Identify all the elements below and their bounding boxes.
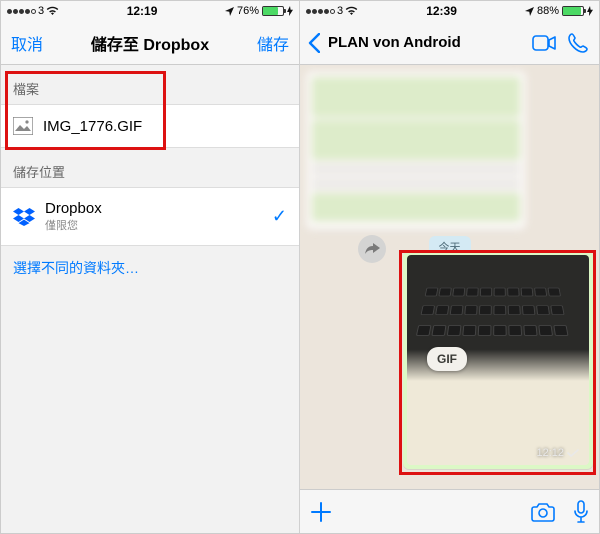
battery-pct: 88% bbox=[537, 5, 559, 17]
nav-bar: 取消 儲存至 Dropbox 儲存 bbox=[1, 21, 299, 65]
video-icon bbox=[532, 35, 556, 51]
chevron-left-icon bbox=[308, 33, 320, 53]
file-row[interactable]: IMG_1776.GIF bbox=[1, 104, 299, 148]
signal-icon bbox=[7, 9, 36, 14]
wifi-icon bbox=[345, 6, 358, 16]
file-name: IMG_1776.GIF bbox=[43, 118, 142, 135]
nav-title: 儲存至 Dropbox bbox=[91, 31, 209, 55]
mic-icon bbox=[573, 500, 589, 524]
battery-pct: 76% bbox=[237, 5, 259, 17]
camera-button[interactable] bbox=[531, 502, 555, 522]
dropbox-save-screen: 3 12:19 76% 取消 儲存至 Dropbox 儲存 檔案 IMG_177… bbox=[1, 1, 300, 533]
location-icon bbox=[225, 7, 234, 16]
video-call-button[interactable] bbox=[531, 33, 557, 53]
battery-icon bbox=[562, 6, 584, 16]
back-button[interactable] bbox=[308, 33, 320, 53]
location-icon bbox=[525, 7, 534, 16]
status-bar: 3 12:39 88% bbox=[300, 1, 599, 21]
whatsapp-chat-screen: 3 12:39 88% PLAN von Android bbox=[300, 1, 599, 533]
attach-button[interactable] bbox=[310, 501, 332, 523]
location-row[interactable]: Dropbox 僅限您 ✓ bbox=[1, 187, 299, 246]
status-bar: 3 12:19 76% bbox=[1, 1, 299, 21]
save-button[interactable]: 儲存 bbox=[257, 31, 289, 55]
image-icon bbox=[13, 117, 33, 135]
chat-area[interactable]: 今天 GIF 12:12 bbox=[300, 65, 599, 489]
forward-button[interactable] bbox=[358, 235, 386, 263]
sent-check-icon bbox=[567, 449, 579, 458]
chat-title[interactable]: PLAN von Android bbox=[328, 34, 523, 51]
incoming-message-blurred bbox=[306, 71, 526, 230]
wifi-icon bbox=[46, 6, 59, 16]
nav-bar: PLAN von Android bbox=[300, 21, 599, 65]
message-timestamp: 12:12 bbox=[536, 447, 579, 459]
checkmark-icon: ✓ bbox=[272, 206, 287, 227]
battery-icon bbox=[262, 6, 284, 16]
gif-preview: GIF 12:12 bbox=[407, 255, 589, 465]
clock: 12:19 bbox=[127, 4, 158, 18]
input-toolbar bbox=[300, 489, 599, 533]
mic-button[interactable] bbox=[573, 500, 589, 524]
voice-call-button[interactable] bbox=[565, 33, 591, 53]
location-sub: 僅限您 bbox=[45, 217, 102, 233]
camera-icon bbox=[531, 502, 555, 522]
location-name: Dropbox bbox=[45, 200, 102, 217]
phone-icon bbox=[568, 33, 588, 53]
forward-icon bbox=[365, 243, 380, 256]
signal-icon bbox=[306, 9, 335, 14]
charging-icon bbox=[287, 6, 293, 16]
charging-icon bbox=[587, 6, 593, 16]
clock: 12:39 bbox=[426, 4, 457, 18]
outgoing-gif-message[interactable]: GIF 12:12 bbox=[403, 251, 593, 469]
choose-folder-link[interactable]: 選擇不同的資料夾… bbox=[1, 246, 299, 290]
cancel-button[interactable]: 取消 bbox=[11, 31, 43, 55]
location-section-label: 儲存位置 bbox=[1, 148, 299, 187]
dropbox-icon bbox=[13, 208, 35, 226]
carrier-label: 3 bbox=[38, 5, 44, 17]
carrier-label: 3 bbox=[337, 5, 343, 17]
plus-icon bbox=[310, 501, 332, 523]
gif-badge: GIF bbox=[427, 347, 467, 371]
file-section-label: 檔案 bbox=[1, 65, 299, 104]
